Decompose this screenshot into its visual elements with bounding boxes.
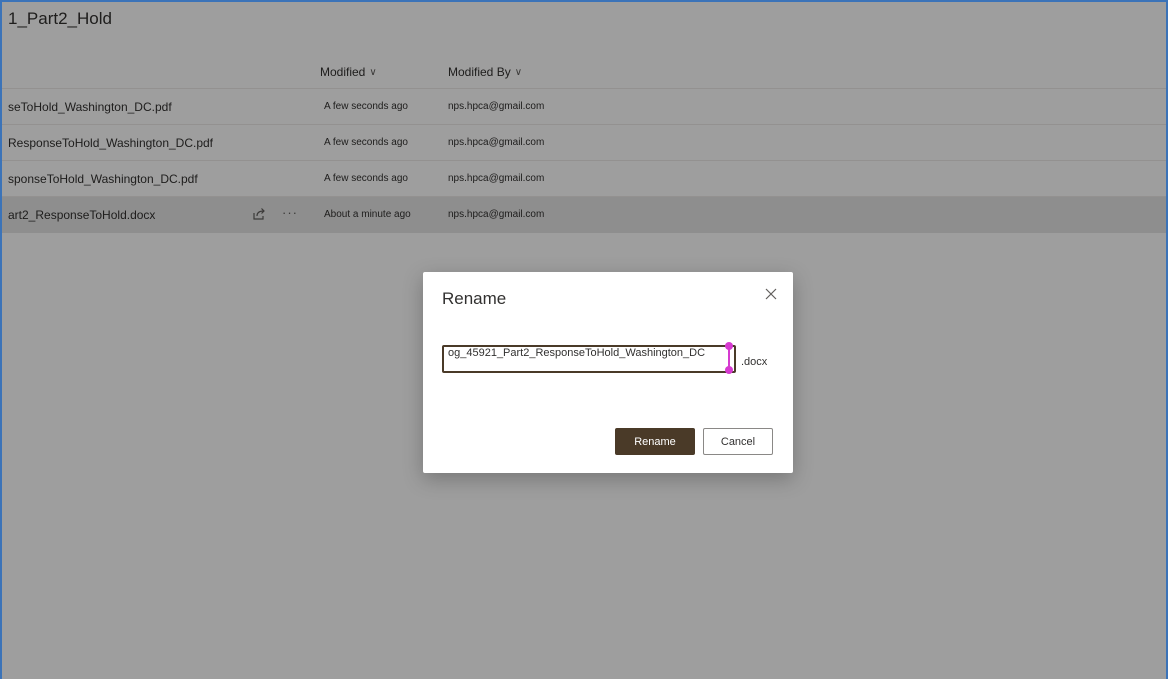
selection-handle-bottom[interactable]	[725, 366, 733, 374]
selection-handle-top[interactable]	[725, 342, 733, 350]
dialog-title: Rename	[442, 289, 507, 308]
close-icon[interactable]	[763, 286, 779, 302]
rename-button[interactable]: Rename	[615, 428, 695, 455]
cancel-button[interactable]: Cancel	[703, 428, 773, 455]
rename-dialog: Rename og_45921_Part2_ResponseToHold_Was…	[423, 272, 793, 473]
rename-input[interactable]: og_45921_Part2_ResponseToHold_Washington…	[442, 345, 736, 373]
rename-input-value: og_45921_Part2_ResponseToHold_Washington…	[448, 347, 706, 359]
file-extension: .docx	[741, 356, 768, 368]
app-frame: 1_Part2_Hold Modified ∨ Modified By ∨ se…	[0, 0, 1168, 679]
